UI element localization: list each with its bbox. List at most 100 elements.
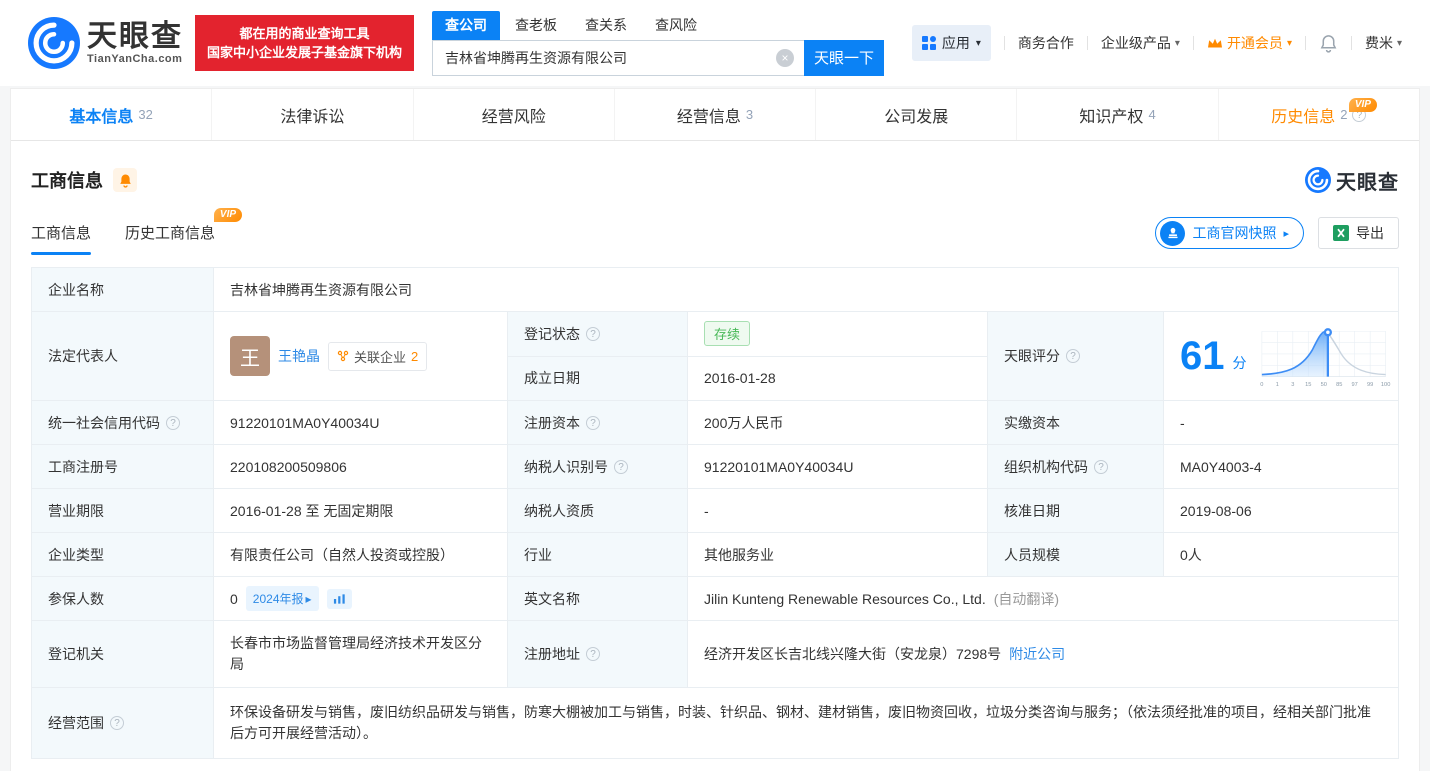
tab-intellectual-property[interactable]: 知识产权 4 [1016,89,1217,140]
site-header: 天眼查 TianYanCha.com 都在用的商业查询工具 国家中小企业发展子基… [0,0,1430,86]
tab-company-development[interactable]: 公司发展 [815,89,1016,140]
english-name-cell: Jilin Kunteng Renewable Resources Co., L… [688,577,1398,620]
trend-chart-icon[interactable] [327,589,352,609]
tab-legal-proceedings[interactable]: 法律诉讼 [211,89,412,140]
user-menu[interactable]: 费米 ▾ [1365,33,1402,53]
legal-rep-cell: 王 王艳晶 关联企业 2 [214,312,508,400]
establish-date-cell: 2016-01-28 [688,357,988,401]
divider [1087,36,1088,50]
slogan-banner: 都在用的商业查询工具 国家中小企业发展子基金旗下机构 [195,15,414,71]
field-label: 行业 [508,533,688,576]
field-label: 纳税人资质 [508,489,688,532]
tab-history-info[interactable]: VIP 历史信息 2 ? [1218,89,1419,140]
stamp-icon [1160,221,1185,246]
field-label: 英文名称 [508,577,688,620]
subtab-business-info[interactable]: 工商信息 [31,222,91,255]
svg-text:0: 0 [1260,382,1263,388]
field-label: 统一社会信用代码 ? [32,401,214,444]
search-button[interactable]: 天眼一下 [804,40,884,76]
field-label: 工商注册号 [32,445,214,488]
help-icon[interactable]: ? [110,716,124,730]
org-chart-icon [337,350,349,362]
apps-label: 应用 [942,33,970,53]
help-icon[interactable]: ? [586,647,600,661]
field-label: 核准日期 [988,489,1164,532]
nav-enterprise-products[interactable]: 企业级产品 ▾ [1101,33,1180,53]
svg-text:100: 100 [1380,382,1389,388]
help-icon[interactable]: ? [586,416,600,430]
search-tab-risk[interactable]: 查风险 [642,11,710,40]
org-code-cell: MA0Y4003-4 [1164,445,1398,488]
company-name: 吉林省坤腾再生资源有限公司 [214,268,1398,311]
section-subtabs: 工商信息 历史工商信息 VIP [31,222,215,255]
taxpayer-id-cell: 91220101MA0Y40034U [688,445,988,488]
svg-text:50: 50 [1320,382,1326,388]
reg-capital-cell: 200万人民币 [688,401,988,444]
svg-text:99: 99 [1367,382,1373,388]
vip-label: 开通会员 [1227,33,1283,53]
field-label: 注册地址 ? [508,621,688,687]
search-tab-company[interactable]: 查公司 [432,11,500,40]
field-label: 登记状态 ? [508,312,688,356]
snapshot-button[interactable]: 工商官网快照 ▸ [1155,217,1304,249]
table-row: 企业类型 有限责任公司（自然人投资或控股） 行业 其他服务业 人员规模 0人 [32,533,1398,577]
score-value: 61 [1180,336,1225,376]
search-input[interactable] [432,40,804,76]
paid-capital-cell: - [1164,401,1398,444]
tab-basic-info[interactable]: 基本信息 32 [11,89,211,140]
excel-icon [1333,225,1349,241]
vip-badge: VIP [1349,98,1377,112]
export-button[interactable]: 导出 [1318,217,1399,249]
field-label: 注册资本 ? [508,401,688,444]
clear-icon[interactable]: × [776,49,794,67]
search-tabs: 查公司 查老板 查关系 查风险 [432,11,884,40]
nearby-companies-link[interactable]: 附近公司 [1009,644,1065,664]
help-icon[interactable]: ? [1066,349,1080,363]
annual-report-badge[interactable]: 2024年报 ▸ [246,586,319,611]
slogan-line1: 都在用的商业查询工具 [207,24,402,43]
help-icon[interactable]: ? [586,327,600,341]
search-tab-relation[interactable]: 查关系 [572,11,640,40]
apps-menu[interactable]: 应用 ▾ [912,25,991,61]
divider [1004,36,1005,50]
vip-badge: VIP [214,208,242,222]
table-row: 经营范围 ? 环保设备研发与销售，废旧纺织品研发与销售，防寒大棚被加工与销售，时… [32,688,1398,758]
score-unit: 分 [1233,353,1247,373]
avatar[interactable]: 王 [230,336,270,376]
field-label: 人员规模 [988,533,1164,576]
nav-business-cooperation[interactable]: 商务合作 [1018,33,1074,53]
tab-operating-info[interactable]: 经营信息 3 [614,89,815,140]
main-tabbar: 基本信息 32 法律诉讼 经营风险 经营信息 3 公司发展 知识产权 4 VIP… [11,89,1419,141]
nav-open-vip[interactable]: 开通会员 ▾ [1207,33,1292,53]
reg-authority-cell: 长春市市场监督管理局经济技术开发区分局 [214,621,508,687]
business-scope-cell: 环保设备研发与销售，废旧纺织品研发与销售，防寒大棚被加工与销售，时装、针织品、钢… [214,688,1398,758]
search-tab-boss[interactable]: 查老板 [502,11,570,40]
caret-down-icon: ▾ [1397,38,1402,49]
table-row: 工商注册号 220108200509806 纳税人识别号 ? 91220101M… [32,445,1398,489]
table-row: 登记机关 长春市市场监督管理局经济技术开发区分局 注册地址 ? 经济开发区长吉北… [32,621,1398,688]
logo-icon [1305,167,1331,193]
company-type-cell: 有限责任公司（自然人投资或控股） [214,533,508,576]
tab-operating-risk[interactable]: 经营风险 [413,89,614,140]
logo-text: 天眼查 [87,22,183,52]
svg-text:15: 15 [1305,382,1311,388]
field-label: 企业类型 [32,533,214,576]
status-badge: 存续 [704,321,750,346]
divider [1351,36,1352,50]
legal-rep-link[interactable]: 王艳晶 [278,346,320,366]
subtab-history-business-info[interactable]: 历史工商信息 VIP [125,222,215,255]
notification-bell-icon[interactable] [1319,34,1338,53]
site-logo[interactable]: 天眼查 TianYanCha.com [28,17,183,69]
field-label: 企业名称 [32,268,214,311]
help-icon[interactable]: ? [166,416,180,430]
field-label: 纳税人识别号 ? [508,445,688,488]
insured-cell: 0 2024年报 ▸ [214,577,508,620]
related-companies-badge[interactable]: 关联企业 2 [328,342,427,371]
field-label: 天眼评分 ? [988,312,1164,400]
section-title: 工商信息 [31,167,103,193]
monitor-bell-icon[interactable] [113,168,137,192]
help-icon[interactable]: ? [1094,460,1108,474]
help-icon[interactable]: ? [614,460,628,474]
reg-address-cell: 经济开发区长吉北线兴隆大街（安龙泉）7298号 附近公司 [688,621,1398,687]
approval-date-cell: 2019-08-06 [1164,489,1398,532]
